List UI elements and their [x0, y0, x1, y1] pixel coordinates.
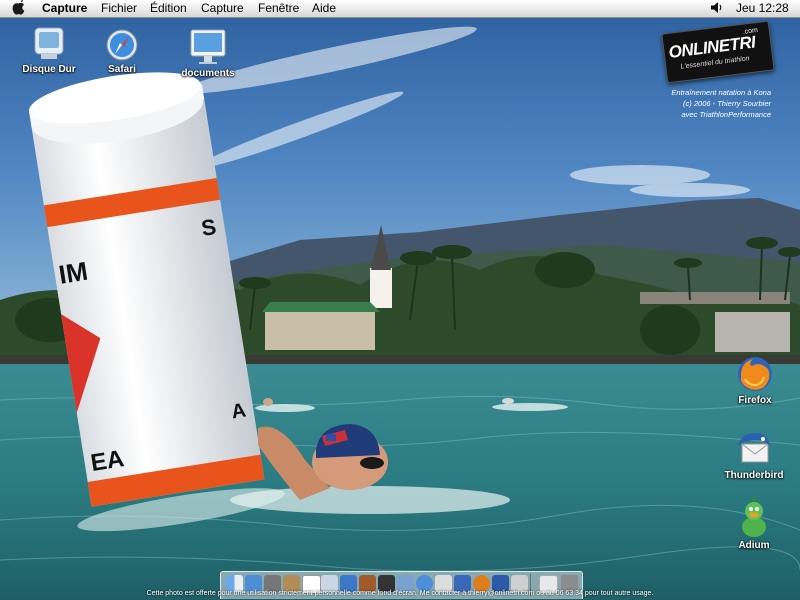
desktop-icon-label: Disque Dur: [22, 64, 76, 75]
desktop-icon-safari[interactable]: Safari: [92, 28, 152, 75]
menu-fenetre[interactable]: Fenêtre: [258, 1, 299, 16]
desktop-icon-documents[interactable]: documents: [176, 28, 240, 79]
credit-line: (c) 2006 - Thierry Sourbier: [683, 99, 771, 108]
menu-app-capture[interactable]: Capture: [42, 1, 87, 16]
desktop-icon-label: Thunderbird: [724, 470, 784, 481]
hard-disk-icon: [34, 27, 64, 59]
menu-capture[interactable]: Capture: [201, 1, 244, 16]
buoy-text-left: IM: [57, 256, 90, 290]
logo-suffix: .com: [742, 27, 759, 36]
desktop-icon-label: Safari: [108, 64, 136, 75]
credit-line: avec TriathlonPerformance: [681, 110, 771, 119]
apple-menu-icon[interactable]: [12, 0, 25, 19]
volume-icon[interactable]: [710, 1, 724, 18]
desktop-icon-label: Firefox: [738, 395, 772, 406]
thunderbird-icon: [738, 433, 770, 463]
desktop-icon-thunderbird[interactable]: Thunderbird: [718, 430, 790, 481]
menu-aide[interactable]: Aide: [312, 1, 336, 16]
credit-line: Entraînement natation à Kona: [671, 88, 771, 97]
wallpaper-footer-text: Cette photo est offerte pour une utilisa…: [146, 590, 654, 597]
menubar-clock[interactable]: Jeu 12:28: [736, 1, 789, 16]
desktop-icon-disque-dur[interactable]: Disque Dur: [14, 26, 84, 75]
safari-compass-icon: [106, 29, 138, 61]
menu-bar: Capture Fichier Édition Capture Fenêtre …: [0, 0, 800, 18]
desktop-icon-label: documents: [181, 68, 235, 79]
firefox-icon: [738, 357, 772, 391]
desktop-icon-adium[interactable]: Adium: [724, 498, 784, 551]
photo-credits: Entraînement natation à Kona (c) 2006 - …: [571, 87, 771, 120]
desktop-icon-label: Adium: [738, 540, 770, 551]
adium-duck-icon: [742, 498, 766, 537]
menu-edition[interactable]: Édition: [150, 1, 187, 16]
desktop-icon-firefox[interactable]: Firefox: [722, 355, 788, 406]
church: [370, 268, 392, 308]
imac-icon: [190, 29, 226, 64]
menu-fichier[interactable]: Fichier: [101, 1, 137, 16]
buoy-text-bottom: EA: [89, 445, 126, 477]
